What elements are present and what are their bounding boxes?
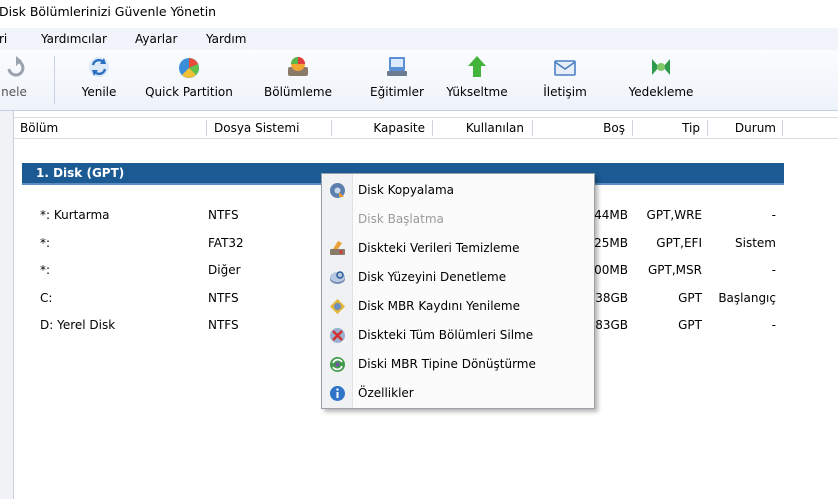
menu-item-disk-copy[interactable]: Disk Kopyalama [324,177,590,203]
quick-partition-label: Quick Partition [145,85,233,99]
column-divider[interactable] [331,120,332,136]
toolbar: nele Yenile Quick Partition Bölümleme Eğ… [0,50,838,111]
disk-title: 1. Disk (GPT) [36,166,125,180]
partition-type: GPT,WRE [646,208,702,222]
partition-status: - [771,263,776,277]
menu-item-label: Disk Yüzeyini Denetleme [358,270,507,284]
partition-filesystem: NTFS [208,291,239,305]
column-header-free[interactable]: Boş [574,118,625,138]
toolbar-separator [54,56,55,104]
menu-item-label: Disk MBR Kaydını Yenileme [358,299,520,313]
column-divider[interactable] [206,120,207,136]
partition-type: GPT,EFI [656,236,702,250]
upgrade-arrow-icon [468,56,486,77]
partition-status: - [771,208,776,222]
menu-item-properties[interactable]: Özellikler [324,380,590,406]
menu-item-rebuild-mbr[interactable]: Disk MBR Kaydını Yenileme [324,293,590,319]
partition-filesystem: NTFS [208,208,239,222]
menu-item-yardim[interactable]: Yardım [206,28,246,50]
disk-copy-icon [330,183,345,198]
column-divider[interactable] [432,120,433,136]
partition-type: GPT [678,318,702,332]
column-header-capacity[interactable]: Kapasite [369,118,425,138]
menu-item-label: Diskteki Verileri Temizleme [358,241,520,255]
convert-mbr-icon [330,357,345,372]
quick-partition-button[interactable]: Quick Partition [143,55,235,107]
partition-filesystem: Diğer [208,263,241,277]
partition-name: D: Yerel Disk [40,318,116,332]
partition-filesystem: FAT32 [208,236,244,250]
partition-status: - [771,318,776,332]
menu-item-label: Diskteki Tüm Bölümleri Silme [358,328,534,342]
backup-icon [652,59,670,75]
left-panel-edge [0,111,14,499]
menu-item-partial[interactable]: ri [0,28,7,50]
rebuild-mbr-icon [330,299,345,314]
partition-type: GPT [678,291,702,305]
contact-button[interactable]: İletişim [541,55,589,107]
menu-item-label: Disk Başlatma [358,212,444,226]
menu-item-convert-mbr[interactable]: Diski MBR Tipine Dönüştürme [324,351,590,377]
upgrade-button[interactable]: Yükseltme [445,55,509,107]
column-header-partition[interactable]: Bölüm [20,118,58,138]
window-title: Disk Bölümlerinizi Güvenle Yönetin [0,4,217,19]
column-divider[interactable] [707,120,708,136]
menu-item-label: Diski MBR Tipine Dönüştürme [358,357,536,371]
partition-name: *: [40,236,51,250]
tutorials-label: Eğitimler [370,85,424,99]
menu-item-yardimcilar[interactable]: Yardımcılar [41,28,107,50]
column-header-used[interactable]: Kullanılan [454,118,524,138]
partition-name: *: [40,263,51,277]
menu-item-ayarlar[interactable]: Ayarlar [135,28,177,50]
column-header-status[interactable]: Durum [732,118,776,138]
partition-name: *: Kurtarma [40,208,110,222]
surface-test-icon [330,271,345,284]
refresh-button[interactable]: Yenile [78,55,120,107]
refresh-label: Yenile [81,85,117,99]
quick-partition-icon [179,58,199,78]
upgrade-label: Yükseltme [446,85,508,99]
column-header-type[interactable]: Tip [654,118,700,138]
partition-status: Başlangıç [718,291,776,305]
column-header-filesystem[interactable]: Dosya Sistemi [214,118,299,138]
partition-icon [288,57,308,76]
partition-filesystem: NTFS [208,318,239,332]
tutorials-button[interactable]: Eğitimler [368,55,426,107]
undo-label: nele [1,85,27,99]
undo-icon [7,56,25,77]
column-divider[interactable] [782,120,783,136]
tutorials-icon [387,57,407,76]
partition-type: GPT,MSR [648,263,702,277]
partition-label: Bölümleme [264,85,332,99]
menu-item-disk-init: Disk Başlatma [324,206,590,232]
menu-item-label: Özellikler [358,386,414,400]
undo-button[interactable]: nele [0,55,32,107]
refresh-icon [89,57,109,77]
title-bar: Disk Bölümlerinizi Güvenle Yönetin [0,0,838,26]
menu-item-delete-all-partitions[interactable]: Diskteki Tüm Bölümleri Silme [324,322,590,348]
info-icon [330,386,345,401]
context-menu: Disk Kopyalama Disk Başlatma Diskteki Ve… [321,173,595,409]
menu-bar: ri Yardımcılar Ayarlar Yardım [0,28,838,50]
menu-item-surface-test[interactable]: Disk Yüzeyini Denetleme [324,264,590,290]
backup-button[interactable]: Yedekleme [626,55,696,107]
wipe-data-icon [330,241,345,255]
backup-label: Yedekleme [628,85,694,99]
contact-label: İletişim [543,85,587,99]
partition-button[interactable]: Bölümleme [263,55,333,107]
partition-name: C: [40,291,53,305]
column-header-row: Bölüm Dosya Sistemi Kapasite Kullanılan … [14,117,838,139]
delete-partitions-icon [330,328,345,343]
column-divider[interactable] [532,120,533,136]
menu-item-label: Disk Kopyalama [358,183,455,197]
column-divider[interactable] [632,120,633,136]
menu-item-wipe-data[interactable]: Diskteki Verileri Temizleme [324,235,590,261]
envelope-icon [554,60,576,76]
partition-status: Sistem [735,236,776,250]
